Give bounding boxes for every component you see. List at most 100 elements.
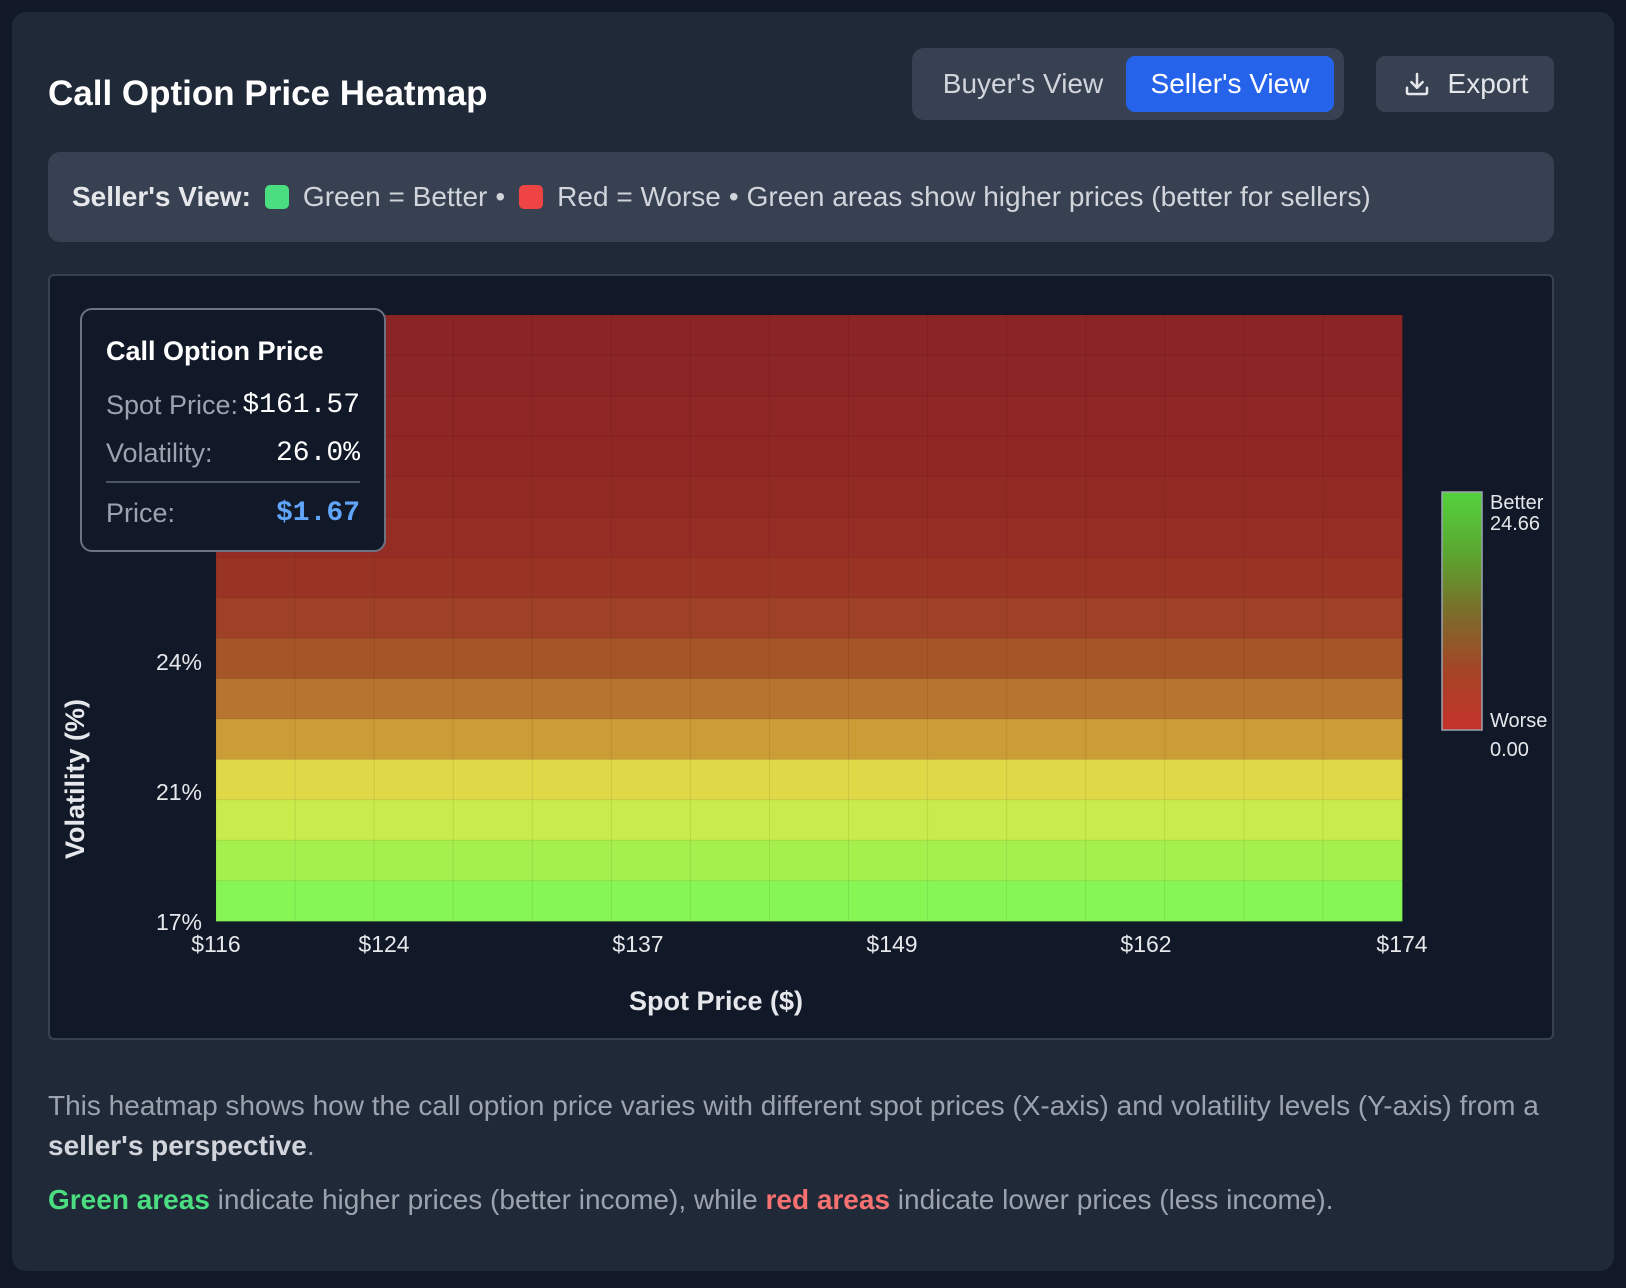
heatmap-cell [768, 435, 850, 478]
x-tick-label: $124 [358, 931, 409, 957]
heatmap-cell [1085, 476, 1166, 518]
heatmap-cell [373, 476, 455, 518]
heatmap-cell [215, 839, 296, 882]
y-axis-label: Volatility (%) [60, 699, 90, 859]
heatmap-cell [1085, 678, 1166, 720]
heatmap-cell [373, 395, 455, 438]
scale-bottom-label: Worse [1490, 710, 1547, 732]
heatmap-cell [848, 354, 929, 397]
heatmap-cell [768, 314, 850, 357]
heatmap-cell [927, 476, 1008, 518]
heatmap-cell [1243, 435, 1324, 478]
heatmap-cell [1006, 880, 1087, 922]
heatmap-cell [689, 556, 771, 599]
heatmap-cell [768, 354, 850, 397]
heatmap-cell [689, 799, 771, 842]
heatmap-cell [1164, 597, 1245, 640]
heatmap-cell [1164, 354, 1245, 397]
heatmap-cell [1322, 354, 1403, 397]
heatmap-cell [1322, 637, 1403, 680]
heatmap-cell [610, 799, 692, 842]
heatmap-cell [689, 354, 771, 397]
heatmap-cell [1006, 597, 1087, 640]
heatmap-cell [848, 395, 929, 438]
color-scale-bar [1441, 491, 1483, 731]
heatmap-cell [1164, 678, 1245, 720]
tooltip-spot-row: Spot Price: $161.57 [106, 381, 360, 429]
legend-red-text: Red = Worse [557, 181, 721, 212]
heatmap-cell [610, 637, 692, 680]
heatmap-cell [294, 880, 376, 922]
heatmap-cell [610, 718, 692, 761]
tooltip-vol-value: 26.0% [275, 437, 360, 469]
heatmap-cell [373, 839, 455, 882]
red-swatch [519, 185, 544, 209]
heatmap-cell [1164, 314, 1245, 357]
heatmap-cell [452, 516, 534, 559]
heatmap-cell [1006, 678, 1087, 720]
scale-bottom-value: 0.00 [1490, 739, 1529, 761]
heatmap-cell [610, 354, 692, 397]
heatmap-cell [373, 799, 455, 842]
heatmap-cell [848, 718, 929, 761]
heatmap-cell [1164, 556, 1245, 599]
heatmap-cell [294, 839, 376, 882]
heatmap-cell [927, 799, 1008, 842]
heatmap-cell [848, 839, 929, 882]
heatmap-cell [768, 476, 850, 518]
heatmap-cell [768, 758, 850, 801]
heatmap-cell [768, 556, 850, 599]
heatmap-cell [610, 516, 692, 559]
heatmap-cell [531, 597, 613, 640]
download-icon [1405, 72, 1428, 96]
description-end-2: indicate lower prices (less income). [890, 1184, 1334, 1215]
heatmap-cell [1085, 839, 1166, 882]
heatmap-cell [1006, 435, 1087, 478]
export-button[interactable]: Export [1376, 56, 1554, 112]
scale-top-label: Better [1490, 492, 1544, 514]
heatmap-cell [452, 556, 534, 599]
heatmap-cell [610, 435, 692, 478]
heatmap-cell [531, 314, 613, 357]
heatmap-cell [452, 880, 534, 922]
heatmap-cell [689, 516, 771, 559]
seller-view-button[interactable]: Seller's View [1126, 56, 1334, 112]
heatmap-cell [1243, 476, 1324, 518]
heatmap-cell [1006, 476, 1087, 518]
heatmap-cell [848, 597, 929, 640]
legend-bullet: • [495, 181, 506, 212]
heatmap-cell [1322, 476, 1403, 518]
x-tick-label: $174 [1376, 931, 1427, 957]
heatmap-cell [1085, 314, 1166, 357]
legend-note: Green areas show higher prices (better f… [746, 181, 1371, 212]
heatmap-cell [927, 637, 1008, 680]
heatmap-cell [531, 839, 613, 882]
heatmap-cell [452, 354, 534, 397]
red-areas-text: red areas [765, 1184, 891, 1215]
heatmap-cell [452, 435, 534, 478]
heatmap-cell [1243, 395, 1324, 438]
heatmap-cell [452, 718, 534, 761]
heatmap-cell [1006, 718, 1087, 761]
heatmap-cell [1006, 799, 1087, 842]
heatmap-cell [531, 718, 613, 761]
heatmap-cell [1322, 516, 1403, 559]
heatmap-cell [689, 678, 771, 720]
heatmap-cell [848, 516, 929, 559]
heatmap-cell [927, 758, 1008, 801]
heatmap-cell [927, 314, 1008, 357]
heatmap-cell [531, 435, 613, 478]
heatmap-cell [848, 880, 929, 922]
heatmap-cell [1243, 799, 1324, 842]
heatmap-cell [373, 718, 455, 761]
heatmap-cell [452, 476, 534, 518]
buyer-view-button[interactable]: Buyer's View [920, 56, 1126, 112]
heatmap-cell [768, 799, 850, 842]
description-end: . [306, 1130, 315, 1161]
heatmap-cell [1006, 758, 1087, 801]
heatmap-cell [1322, 839, 1403, 882]
x-tick-label: $137 [612, 931, 663, 957]
heatmap-cell [610, 395, 692, 438]
heatmap-cell [1164, 516, 1245, 559]
heatmap-cell [1006, 314, 1087, 357]
